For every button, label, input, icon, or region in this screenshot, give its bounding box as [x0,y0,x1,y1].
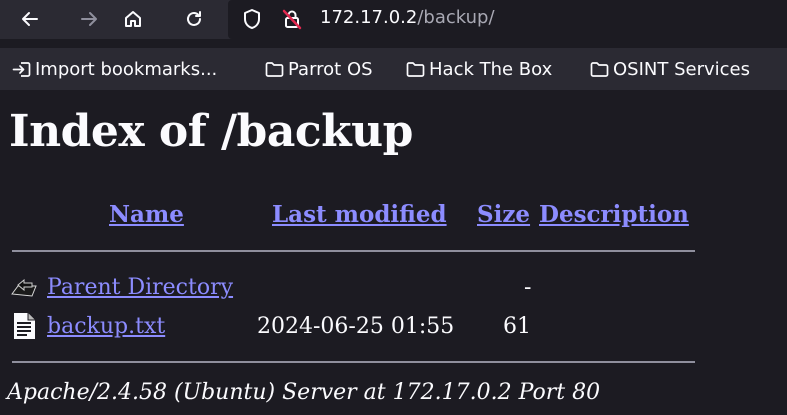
server-signature: Apache/2.4.58 (Ubuntu) Server at 172.17.… [7,380,601,405]
home-icon[interactable] [118,4,148,34]
parent-directory-link[interactable]: Parent Directory [47,273,233,303]
bookmark-label: Hack The Box [429,58,553,80]
navigation-toolbar: 172.17.0.2/backup/ [0,0,787,39]
folder-icon [265,61,284,77]
bookmark-parrot-os[interactable]: Parrot OS [265,55,373,83]
bottom-divider [12,361,695,363]
page-title: Index of /backup [9,106,413,157]
bookmark-label: Import bookmarks... [35,58,218,80]
column-header-size[interactable]: Size [477,199,530,231]
column-header-last-modified[interactable]: Last modified [272,199,447,231]
text-file-icon [14,313,35,339]
import-icon [12,61,31,77]
back-arrow-icon[interactable] [15,4,45,34]
bookmark-hack-the-box[interactable]: Hack The Box [406,55,552,83]
row-last-modified: 2024-06-25 01:55 [257,314,455,339]
url-text[interactable]: 172.17.0.2/backup/ [320,6,495,30]
back-folder-icon [11,278,37,297]
insecure-lock-icon[interactable] [281,8,303,30]
folder-icon [406,61,425,77]
top-divider [12,250,695,252]
url-bar[interactable]: 172.17.0.2/backup/ [228,0,787,39]
url-host: 172.17.0.2 [320,7,418,28]
shield-icon[interactable] [241,8,263,30]
url-path: /backup/ [417,7,495,28]
file-link-backup-txt[interactable]: backup.txt [47,312,165,342]
row-size: 61 [503,314,531,339]
forward-arrow-icon[interactable] [74,4,104,34]
column-header-description[interactable]: Description [539,199,689,231]
bookmark-label: OSINT Services [613,58,750,80]
folder-icon [590,61,609,77]
column-header-name[interactable]: Name [109,199,184,231]
bookmark-osint-services[interactable]: OSINT Services [590,55,750,83]
bookmark-label: Parrot OS [288,58,373,80]
bookmark-import[interactable]: Import bookmarks... [12,55,217,83]
reload-icon[interactable] [179,4,209,34]
row-size: - [524,275,532,300]
bookmarks-toolbar: Import bookmarks... Parrot OS Hack The B… [0,48,787,90]
